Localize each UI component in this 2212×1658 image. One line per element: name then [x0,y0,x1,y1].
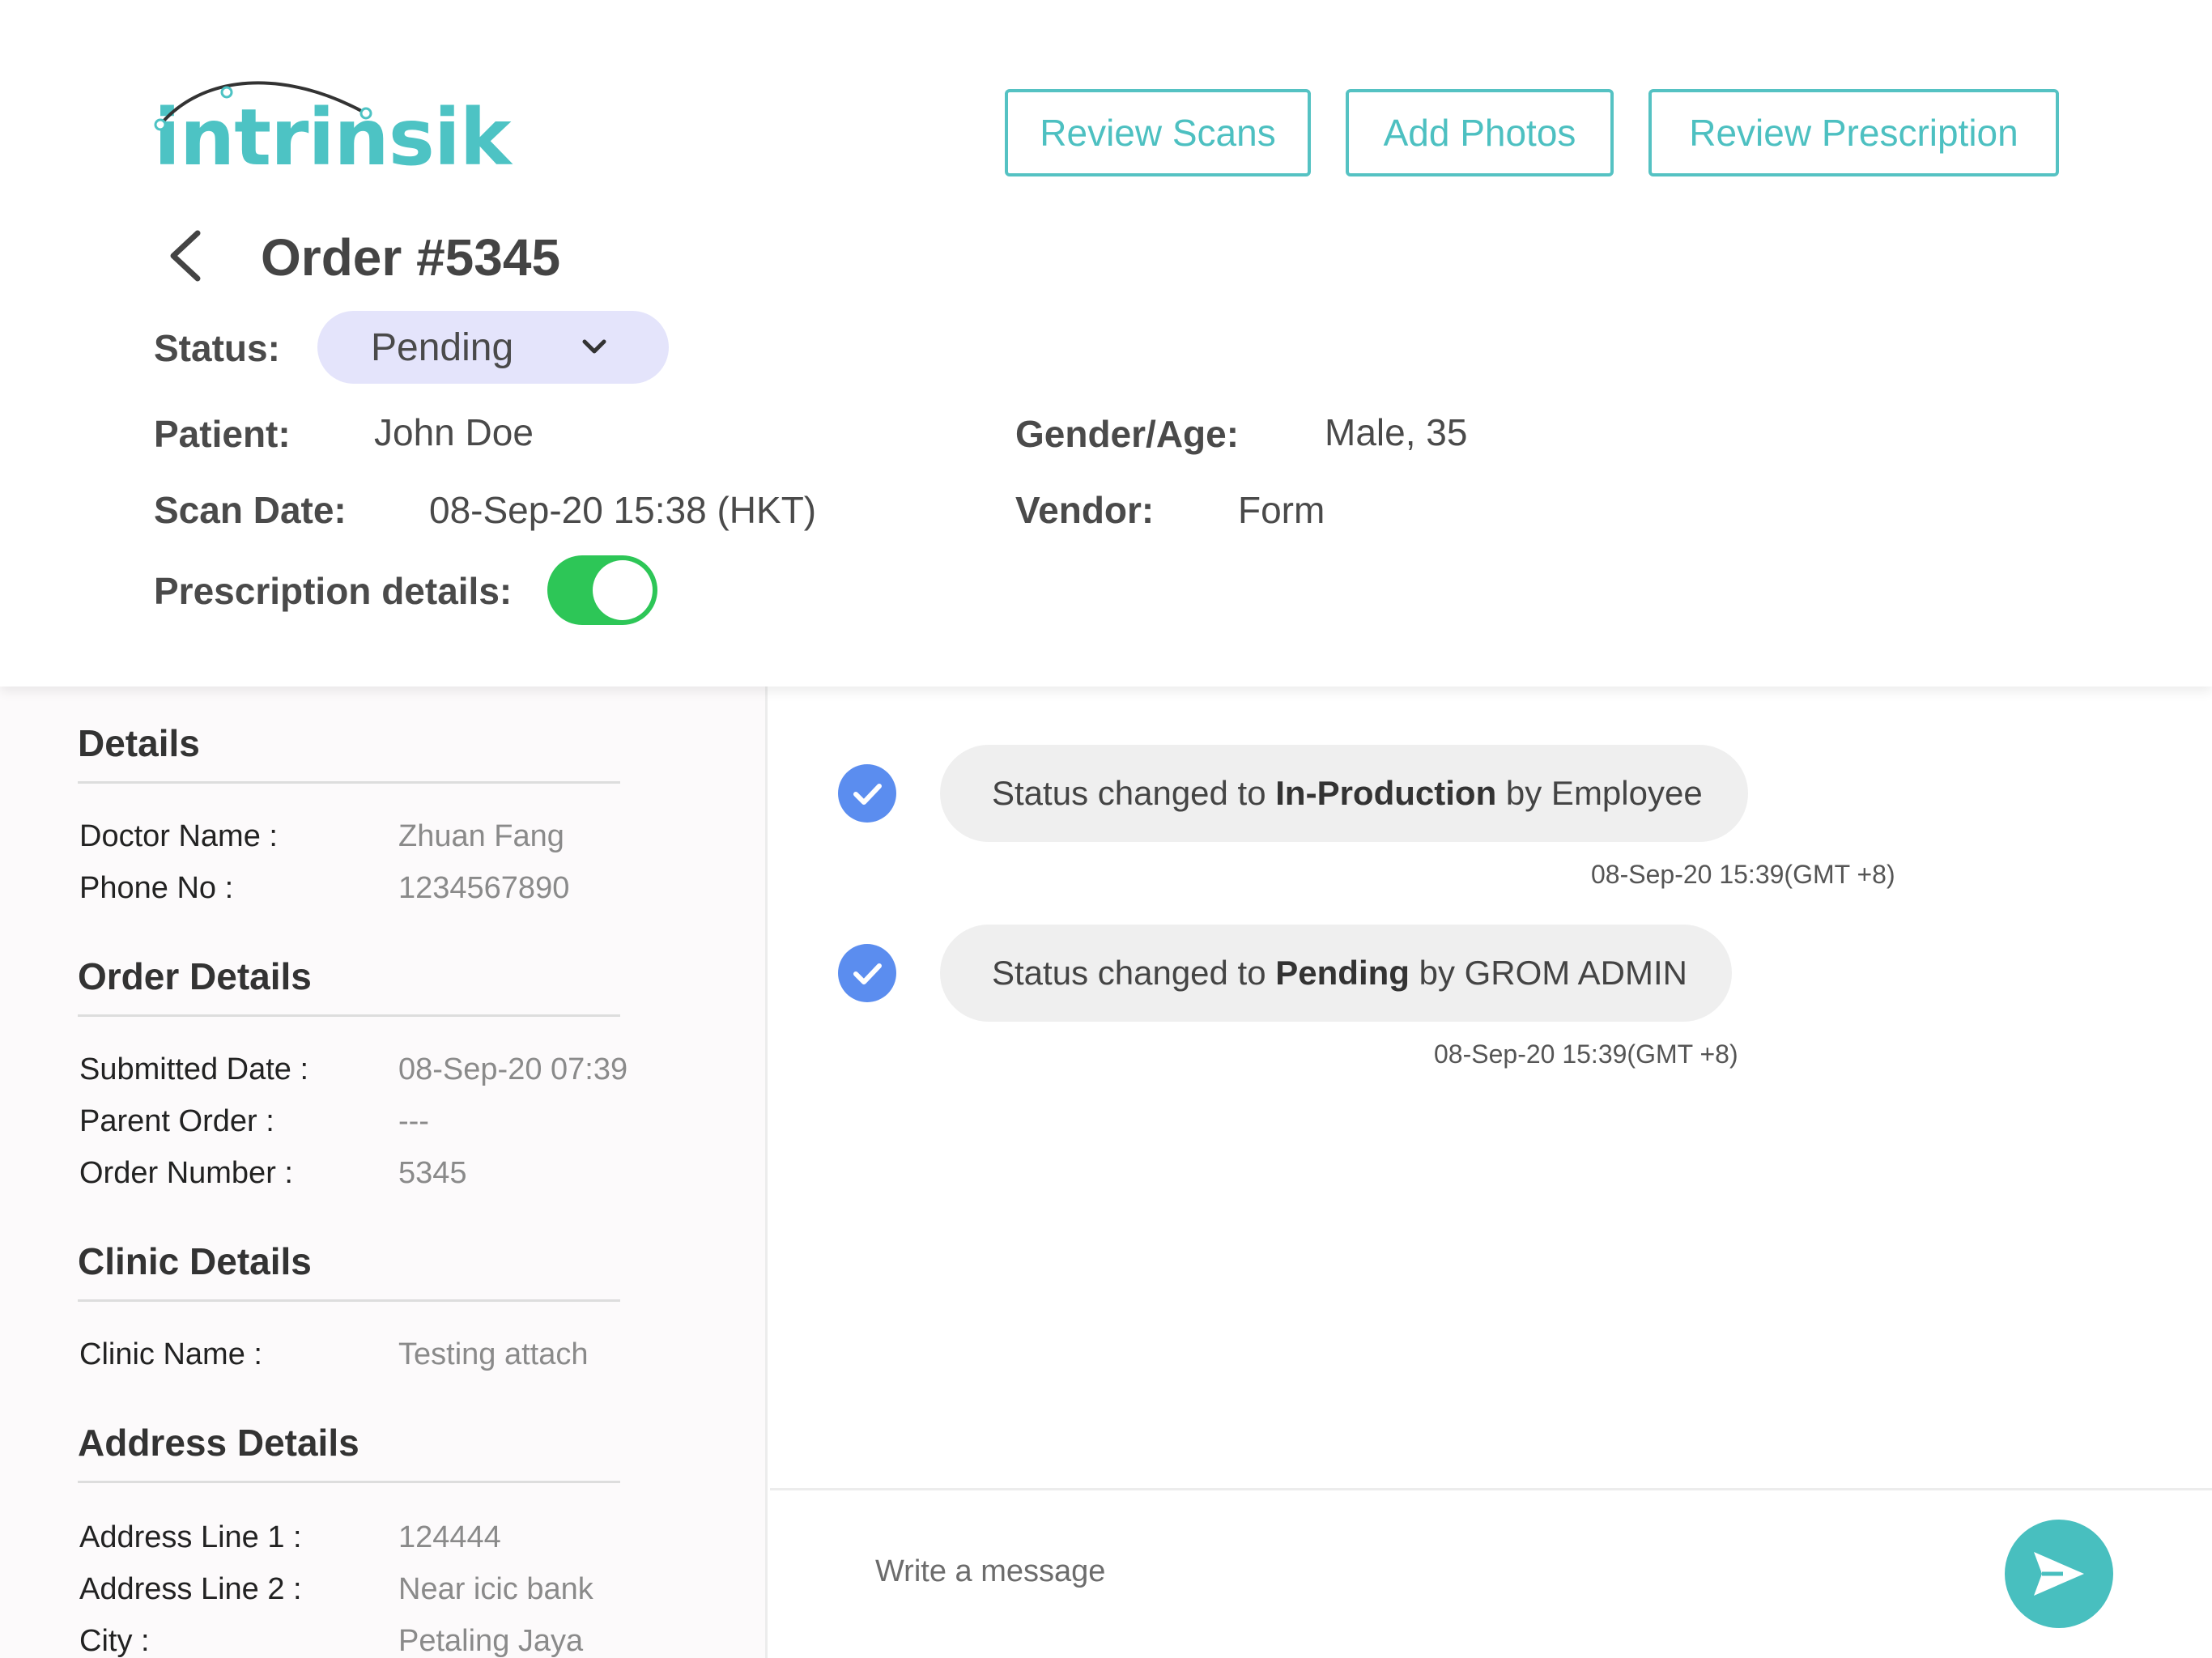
phone-value: 1234567890 [398,871,570,905]
doctor-name-label: Doctor Name : [79,819,278,853]
details-panel: Details Doctor Name : Zhuan Fang Phone N… [0,687,768,1658]
parent-order-label: Parent Order : [79,1104,274,1138]
message-suffix: by GROM ADMIN [1409,954,1687,992]
vendor-value: Form [1238,489,1325,531]
message-timestamp: 08-Sep-20 15:39(GMT +8) [1591,860,1895,889]
message-composer [770,1488,2212,1658]
doctor-name-value: Zhuan Fang [398,819,564,853]
back-arrow-icon[interactable] [162,227,211,285]
message-status: Pending [1275,954,1410,992]
submitted-date-value: 08-Sep-20 07:39 [398,1052,628,1086]
patient-value: John Doe [374,411,534,453]
page-title: Order #5345 [261,228,561,287]
message-suffix: by Employee [1496,774,1703,812]
check-circle-icon [838,944,896,1002]
activity-timeline: Status changed to In-Production by Emplo… [770,687,2212,1488]
logo-arc-icon [154,81,372,131]
order-number-value: 5345 [398,1156,467,1190]
clinic-name-label: Clinic Name : [79,1337,262,1371]
message-status: In-Production [1275,774,1497,812]
address-line2-value: Near icic bank [398,1572,593,1606]
message-timestamp: 08-Sep-20 15:39(GMT +8) [1434,1039,1738,1069]
address-line2-label: Address Line 2 : [79,1572,302,1606]
submitted-date-label: Submitted Date : [79,1052,309,1086]
prescription-details-label: Prescription details: [154,570,513,612]
address-line1-label: Address Line 1 : [79,1520,302,1554]
scan-date-label: Scan Date: [154,489,347,531]
scan-date-value: 08-Sep-20 15:38 (HKT) [429,489,817,531]
section-divider [78,1014,620,1017]
status-dropdown[interactable]: Pending [317,311,669,384]
send-button[interactable] [2005,1520,2113,1628]
order-details-section-title: Order Details [78,955,312,997]
clinic-name-value: Testing attach [398,1337,589,1371]
app-root: intrinsik Review Scans Add Photos Review… [0,0,2212,1658]
gender-age-label: Gender/Age: [1015,413,1240,455]
status-selected-value: Pending [371,325,514,369]
city-label: City : [79,1624,150,1658]
address-line1-value: 124444 [398,1520,501,1554]
clinic-details-section-title: Clinic Details [78,1240,312,1282]
message-prefix: Status changed to [992,774,1276,812]
details-section-title: Details [78,722,200,764]
message-input[interactable] [875,1531,1928,1612]
city-value: Petaling Jaya [398,1624,584,1658]
order-number-label: Order Number : [79,1156,293,1190]
chevron-down-icon [582,339,606,354]
review-scans-button[interactable]: Review Scans [1005,89,1311,176]
add-photos-button[interactable]: Add Photos [1346,89,1614,176]
send-icon [2034,1552,2084,1596]
timeline-message: Status changed to Pending by GROM ADMIN [940,925,1732,1022]
phone-label: Phone No : [79,871,234,905]
vendor-label: Vendor: [1015,489,1155,531]
review-prescription-button[interactable]: Review Prescription [1648,89,2059,176]
status-label: Status: [154,327,280,369]
toggle-knob [593,560,653,620]
timeline-message: Status changed to In-Production by Emplo… [940,745,1748,842]
check-circle-icon [838,764,896,823]
address-details-section-title: Address Details [78,1422,359,1464]
section-divider [78,1299,620,1302]
section-divider [78,1481,620,1483]
parent-order-value: --- [398,1104,429,1138]
prescription-details-toggle[interactable] [547,555,657,625]
message-prefix: Status changed to [992,954,1276,992]
section-divider [78,781,620,784]
patient-label: Patient: [154,413,291,455]
order-header: intrinsik Review Scans Add Photos Review… [0,0,2212,687]
intrinsik-logo: intrinsik [154,74,512,180]
gender-age-value: Male, 35 [1325,411,1468,453]
